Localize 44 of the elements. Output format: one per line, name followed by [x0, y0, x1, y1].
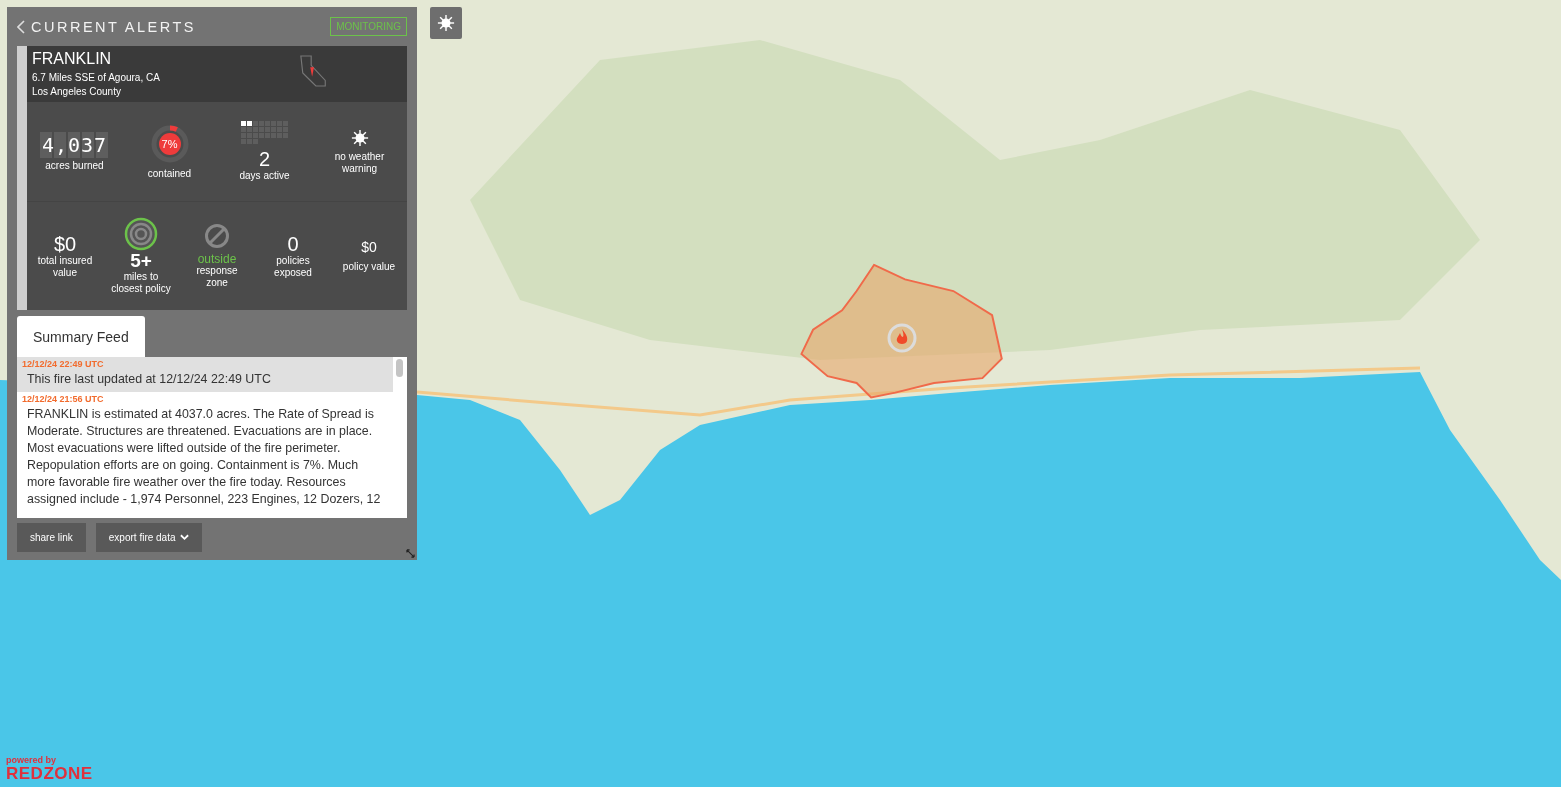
stat-label: response zone — [195, 265, 239, 290]
stat-label: policy value — [341, 261, 397, 274]
stat-label: no weather warning — [333, 150, 386, 175]
stat-label: contained — [146, 167, 193, 180]
summary-feed-tab[interactable]: Summary Feed — [17, 316, 145, 357]
containment-percent: 7% — [161, 137, 178, 150]
prohibited-icon — [204, 223, 230, 250]
fire-name: FRANKLIN — [32, 50, 113, 68]
zone-status: outside — [197, 253, 237, 266]
scrollbar-thumb[interactable] — [396, 359, 403, 377]
panel-title: CURRENT ALERTS — [31, 18, 196, 35]
sun-icon — [350, 128, 369, 147]
acres-counter: 4,037 — [39, 131, 110, 158]
fire-county: Los Angeles County — [32, 85, 122, 99]
feed-text: This fire last updated at 12/12/24 22:49 UTC — [26, 371, 272, 388]
logo-wordmark: REDZONE — [6, 765, 93, 782]
stat-label: days active — [238, 170, 291, 183]
stat-value: $0 — [361, 239, 377, 256]
feed-timestamp: 12/12/24 22:49 UTC — [22, 359, 105, 369]
back-chevron-icon[interactable] — [17, 19, 25, 34]
fire-location: 6.7 Miles SSE of Agoura, CA — [32, 71, 160, 85]
containment-ring — [149, 123, 190, 164]
days-count: 2 — [258, 148, 271, 171]
state-map-icon — [299, 54, 329, 88]
resize-handle-icon[interactable] — [406, 549, 415, 558]
sun-icon — [437, 14, 455, 32]
status-badge: MONITORING — [330, 17, 407, 36]
stat-value: 0 — [287, 233, 299, 256]
action-button[interactable]: share link — [17, 523, 86, 552]
stat-value: $0 — [53, 233, 77, 256]
feed-timestamp: 12/12/24 21:56 UTC — [22, 394, 105, 404]
stat-label: policies exposed — [273, 255, 313, 280]
fire-icon[interactable] — [887, 323, 917, 353]
weather-layer-button[interactable] — [430, 7, 462, 39]
stat-label: total insured value — [36, 255, 94, 280]
logo-tagline: powered by — [6, 755, 57, 765]
feed-text: FRANKLIN is estimated at 4037.0 acres. The Rate of Spread is Moderate. Structures are threatened. Evacuations are in place. Most evacuations were lifted outside of the fire perimeter. Repopulation efforts are on going. Containment is 7%. Much more favorable fire weather over the fire today. Resources assigned include - 1,974 Personnel, 223 Engines, 12 Dozers, 12 — [26, 406, 382, 508]
caret-icon — [179, 534, 189, 541]
days-grid-icon — [241, 121, 288, 145]
stat-label: miles to closest policy — [110, 271, 172, 296]
target-icon — [124, 217, 158, 252]
stat-label: acres burned — [44, 159, 105, 172]
stat-value: 5+ — [130, 251, 152, 272]
action-button[interactable]: export fire data — [95, 523, 202, 552]
